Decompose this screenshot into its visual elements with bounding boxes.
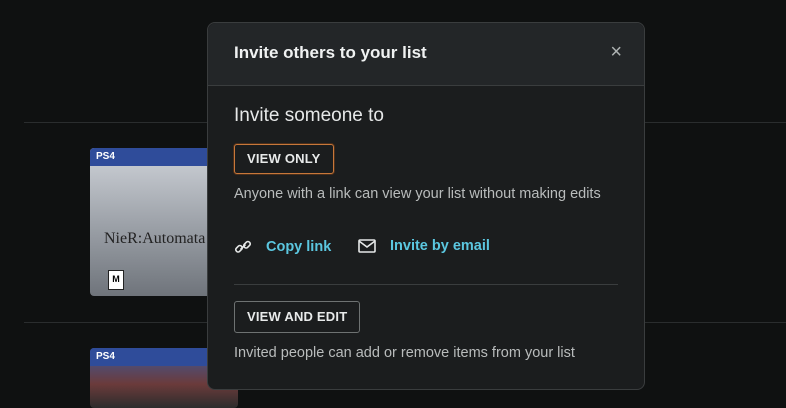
invite-email-label: Invite by email	[390, 238, 490, 254]
rating-badge: M	[108, 270, 124, 290]
close-icon[interactable]: ×	[610, 41, 622, 64]
cover-title: NieR:Automata	[104, 230, 206, 247]
copy-link-label: Copy link	[266, 239, 332, 255]
section-title: Invite someone to	[234, 105, 384, 126]
view-and-edit-button[interactable]: VIEW AND EDIT	[234, 301, 361, 333]
section-divider	[234, 284, 618, 285]
envelope-icon	[358, 239, 376, 253]
view-and-edit-description: Invited people can add or remove items f…	[234, 345, 575, 361]
invite-email-button[interactable]: Invite by email	[358, 238, 490, 254]
view-only-description: Anyone with a link can view your list wi…	[234, 186, 601, 202]
view-only-button[interactable]: VIEW ONLY	[234, 144, 334, 174]
modal-header: Invite others to your list ×	[208, 23, 644, 86]
modal-title: Invite others to your list	[234, 43, 427, 62]
invite-modal: Invite others to your list × Invite some…	[207, 22, 645, 390]
copy-link-button[interactable]: Copy link	[234, 238, 331, 256]
link-icon	[234, 238, 252, 256]
